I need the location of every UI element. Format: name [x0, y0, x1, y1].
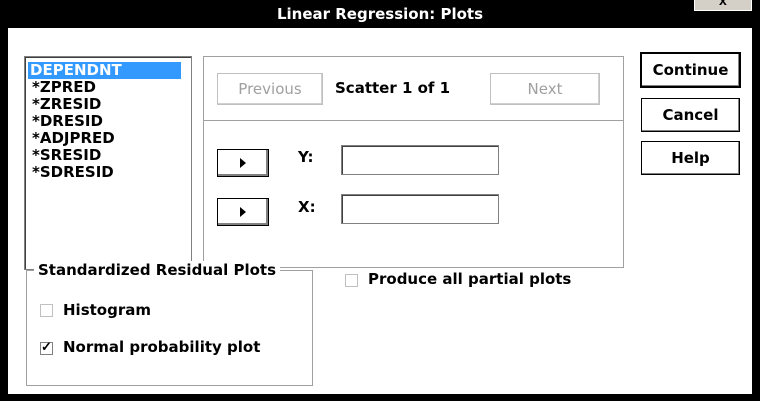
help-button[interactable]: Help [641, 141, 740, 175]
normal-probability-checkbox[interactable]: ✓ [40, 339, 53, 355]
scatter-counter: Scatter 1 of 1 [335, 79, 451, 97]
variable-item-sresid[interactable]: *SRESID [30, 147, 103, 164]
continue-button[interactable]: Continue [640, 52, 741, 88]
residual-plots-group [26, 270, 313, 386]
partial-plots-label[interactable]: Produce all partial plots [368, 270, 571, 288]
variable-item-zresid[interactable]: *ZRESID [30, 96, 103, 113]
right-arrow-icon [240, 158, 246, 168]
move-to-x-button[interactable] [217, 198, 269, 226]
right-arrow-icon [240, 207, 246, 217]
checkmark-icon: ✓ [41, 339, 52, 354]
histogram-label[interactable]: Histogram [63, 301, 151, 319]
variable-item-dresid[interactable]: *DRESID [30, 113, 105, 130]
title-bar: Linear Regression: Plots x [0, 0, 760, 28]
close-icon: x [719, 0, 727, 8]
dialog-body: DEPENDNT *ZPRED *ZRESID *DRESID *ADJPRED… [8, 28, 752, 394]
variable-item-zpred[interactable]: *ZPRED [30, 79, 98, 96]
dialog-title: Linear Regression: Plots [276, 5, 484, 23]
x-label: X: [298, 198, 316, 216]
variable-item-dependnt[interactable]: DEPENDNT [28, 62, 181, 79]
variable-list[interactable]: DEPENDNT *ZPRED *ZRESID *DRESID *ADJPRED… [24, 56, 192, 270]
y-label: Y: [298, 148, 314, 166]
x-variable-field[interactable] [341, 194, 499, 224]
variable-item-adjpred[interactable]: *ADJPRED [30, 130, 117, 147]
normal-probability-label[interactable]: Normal probability plot [63, 338, 260, 356]
move-to-y-button[interactable] [217, 149, 269, 177]
previous-button[interactable]: Previous [217, 73, 323, 105]
close-button[interactable]: x [694, 0, 752, 11]
partial-plots-checkbox[interactable] [345, 274, 358, 287]
variable-item-sdresid[interactable]: *SDRESID [30, 164, 116, 181]
dialog-window: Linear Regression: Plots x DEPENDNT *ZPR… [0, 0, 760, 401]
y-variable-field[interactable] [341, 145, 499, 175]
cancel-button[interactable]: Cancel [641, 98, 740, 132]
next-button[interactable]: Next [490, 73, 600, 105]
scatter-divider [203, 120, 623, 121]
residual-plots-title: Standardized Residual Plots [34, 261, 281, 279]
histogram-checkbox[interactable] [40, 304, 53, 317]
